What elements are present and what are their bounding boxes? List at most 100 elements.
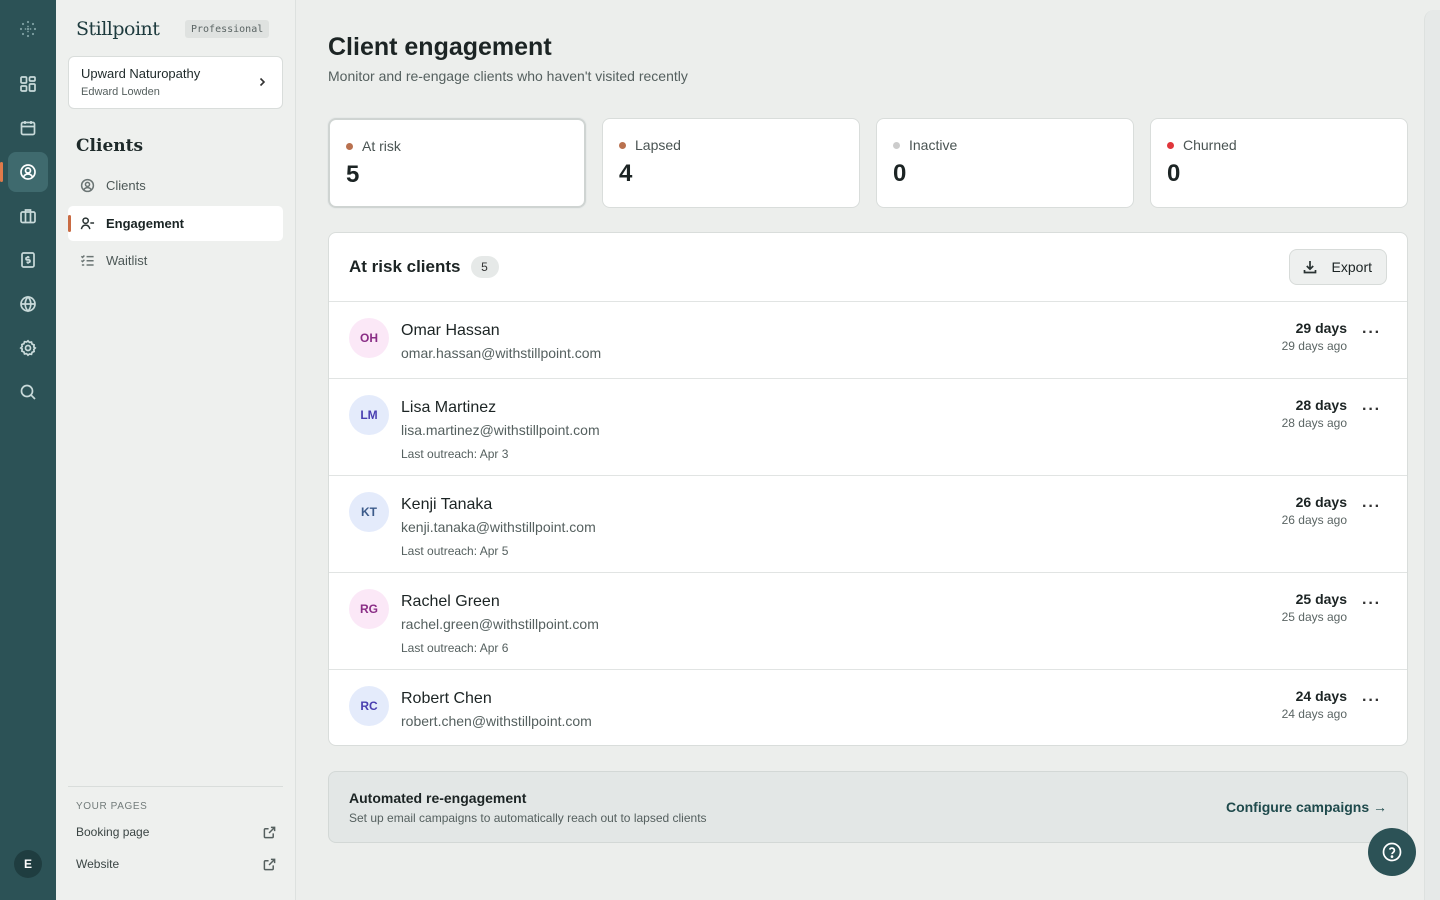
nav-item-label: Engagement <box>106 216 185 231</box>
page-link-label: Booking page <box>76 825 150 839</box>
org-switcher[interactable]: Upward Naturopathy Edward Lowden <box>68 56 283 109</box>
page-title: Client engagement <box>328 33 552 61</box>
client-row[interactable]: LM Lisa Martinez lisa.martinez@withstill… <box>329 379 1407 476</box>
more-options-icon[interactable]: ··· <box>1362 498 1381 516</box>
search-icon[interactable] <box>8 372 48 412</box>
dashboard-icon[interactable] <box>8 64 48 104</box>
nav-item-engagement[interactable]: Engagement <box>68 206 283 241</box>
client-name[interactable]: Lisa Martinez <box>401 399 496 417</box>
client-row[interactable]: OH Omar Hassan omar.hassan@withstillpoin… <box>329 302 1407 379</box>
last-outreach: Last outreach: Apr 3 <box>401 447 509 461</box>
stat-card-inactive[interactable]: Inactive 0 <box>876 118 1134 208</box>
client-email: rachel.green@withstillpoint.com <box>401 616 599 632</box>
avatar-initial: E <box>23 857 32 871</box>
last-outreach: Last outreach: Apr 5 <box>401 544 509 558</box>
stat-label: At risk <box>362 138 401 154</box>
plan-badge: Professional <box>185 20 270 38</box>
help-question-icon <box>1382 842 1402 862</box>
main-content: Client engagement Monitor and re-engage … <box>296 0 1440 900</box>
days-since-visit: 24 days <box>1295 688 1347 704</box>
divider <box>68 786 283 787</box>
stat-value: 5 <box>346 161 360 188</box>
client-avatar: RC <box>349 686 389 726</box>
stat-label: Churned <box>1183 137 1237 153</box>
last-visit-ago: 25 days ago <box>1281 610 1347 624</box>
page-subtitle: Monitor and re-engage clients who haven'… <box>328 68 688 84</box>
status-dot-icon <box>893 141 900 149</box>
stat-card-churned[interactable]: Churned 0 <box>1150 118 1408 208</box>
more-options-icon[interactable]: ··· <box>1362 595 1381 613</box>
stat-value: 0 <box>893 160 907 187</box>
configure-campaigns-link[interactable]: Configure campaigns → <box>1226 799 1387 815</box>
stat-value: 4 <box>619 160 633 187</box>
card-header: At risk clients 5 Export <box>329 233 1407 302</box>
status-dot-icon <box>1167 141 1174 149</box>
stat-card-at-risk[interactable]: At risk 5 <box>328 118 586 208</box>
last-visit-ago: 26 days ago <box>1281 513 1347 527</box>
list-check-icon <box>80 255 94 266</box>
clients-icon[interactable] <box>0 152 48 192</box>
brand-name: Stillpoint <box>76 18 160 40</box>
download-icon <box>1303 261 1316 274</box>
stillpoint-logo-icon[interactable] <box>18 19 38 39</box>
client-row[interactable]: RG Rachel Green rachel.green@withstillpo… <box>329 573 1407 670</box>
nav-item-clients[interactable]: Clients <box>68 168 283 203</box>
card-title: At risk clients <box>349 257 461 276</box>
more-options-icon[interactable]: ··· <box>1362 324 1381 342</box>
count-badge: 5 <box>470 256 499 278</box>
last-outreach: Last outreach: Apr 6 <box>401 641 509 655</box>
days-since-visit: 25 days <box>1295 591 1347 607</box>
client-name[interactable]: Kenji Tanaka <box>401 496 492 514</box>
last-visit-ago: 29 days ago <box>1281 339 1347 353</box>
nav-item-label: Clients <box>106 178 146 193</box>
client-avatar: OH <box>349 318 389 358</box>
days-since-visit: 28 days <box>1295 397 1347 413</box>
export-label: Export <box>1331 259 1372 275</box>
status-dot-icon <box>619 141 626 149</box>
client-name[interactable]: Robert Chen <box>401 690 492 708</box>
days-since-visit: 29 days <box>1295 320 1347 336</box>
stat-label: Lapsed <box>635 137 681 153</box>
stat-label: Inactive <box>909 137 958 153</box>
client-avatar: RG <box>349 589 389 629</box>
nav-item-waitlist[interactable]: Waitlist <box>68 243 283 278</box>
client-row[interactable]: KT Kenji Tanaka kenji.tanaka@withstillpo… <box>329 476 1407 573</box>
page-link-label: Website <box>76 857 120 871</box>
booking-page-link[interactable]: Booking page <box>76 825 276 839</box>
briefcase-icon[interactable] <box>8 196 48 236</box>
more-options-icon[interactable]: ··· <box>1362 401 1381 419</box>
website-link[interactable]: Website <box>76 857 276 871</box>
chevron-right-icon <box>256 75 268 91</box>
client-email: omar.hassan@withstillpoint.com <box>401 345 602 361</box>
client-email: robert.chen@withstillpoint.com <box>401 713 592 729</box>
client-avatar: KT <box>349 492 389 532</box>
external-link-icon <box>263 858 276 870</box>
client-name[interactable]: Rachel Green <box>401 593 500 611</box>
user-minus-icon <box>80 217 95 230</box>
settings-gear-icon[interactable] <box>8 328 48 368</box>
scroll-edge <box>1424 10 1440 900</box>
help-button[interactable] <box>1368 828 1416 876</box>
stat-card-lapsed[interactable]: Lapsed 4 <box>602 118 860 208</box>
last-visit-ago: 28 days ago <box>1281 416 1347 430</box>
globe-icon[interactable] <box>8 284 48 324</box>
last-visit-ago: 24 days ago <box>1281 707 1347 721</box>
client-row[interactable]: RC Robert Chen robert.chen@withstillpoin… <box>329 670 1407 745</box>
export-button[interactable]: Export <box>1288 249 1387 285</box>
calendar-icon[interactable] <box>8 108 48 148</box>
invoice-icon[interactable] <box>8 240 48 280</box>
user-circle-icon <box>80 178 95 193</box>
client-email: lisa.martinez@withstillpoint.com <box>401 422 600 438</box>
your-pages-heading: YOUR PAGES <box>76 801 148 812</box>
client-avatar: LM <box>349 395 389 435</box>
status-dot-icon <box>346 142 353 150</box>
external-link-icon <box>263 826 276 838</box>
stat-value: 0 <box>1167 160 1181 187</box>
client-name[interactable]: Omar Hassan <box>401 322 500 340</box>
side-panel: Stillpoint Professional Upward Naturopat… <box>56 0 296 900</box>
icon-rail: E <box>0 0 56 900</box>
more-options-icon[interactable]: ··· <box>1362 692 1381 710</box>
client-email: kenji.tanaka@withstillpoint.com <box>401 519 596 535</box>
automation-banner: Automated re-engagement Set up email cam… <box>328 771 1408 843</box>
user-avatar[interactable]: E <box>14 850 42 878</box>
